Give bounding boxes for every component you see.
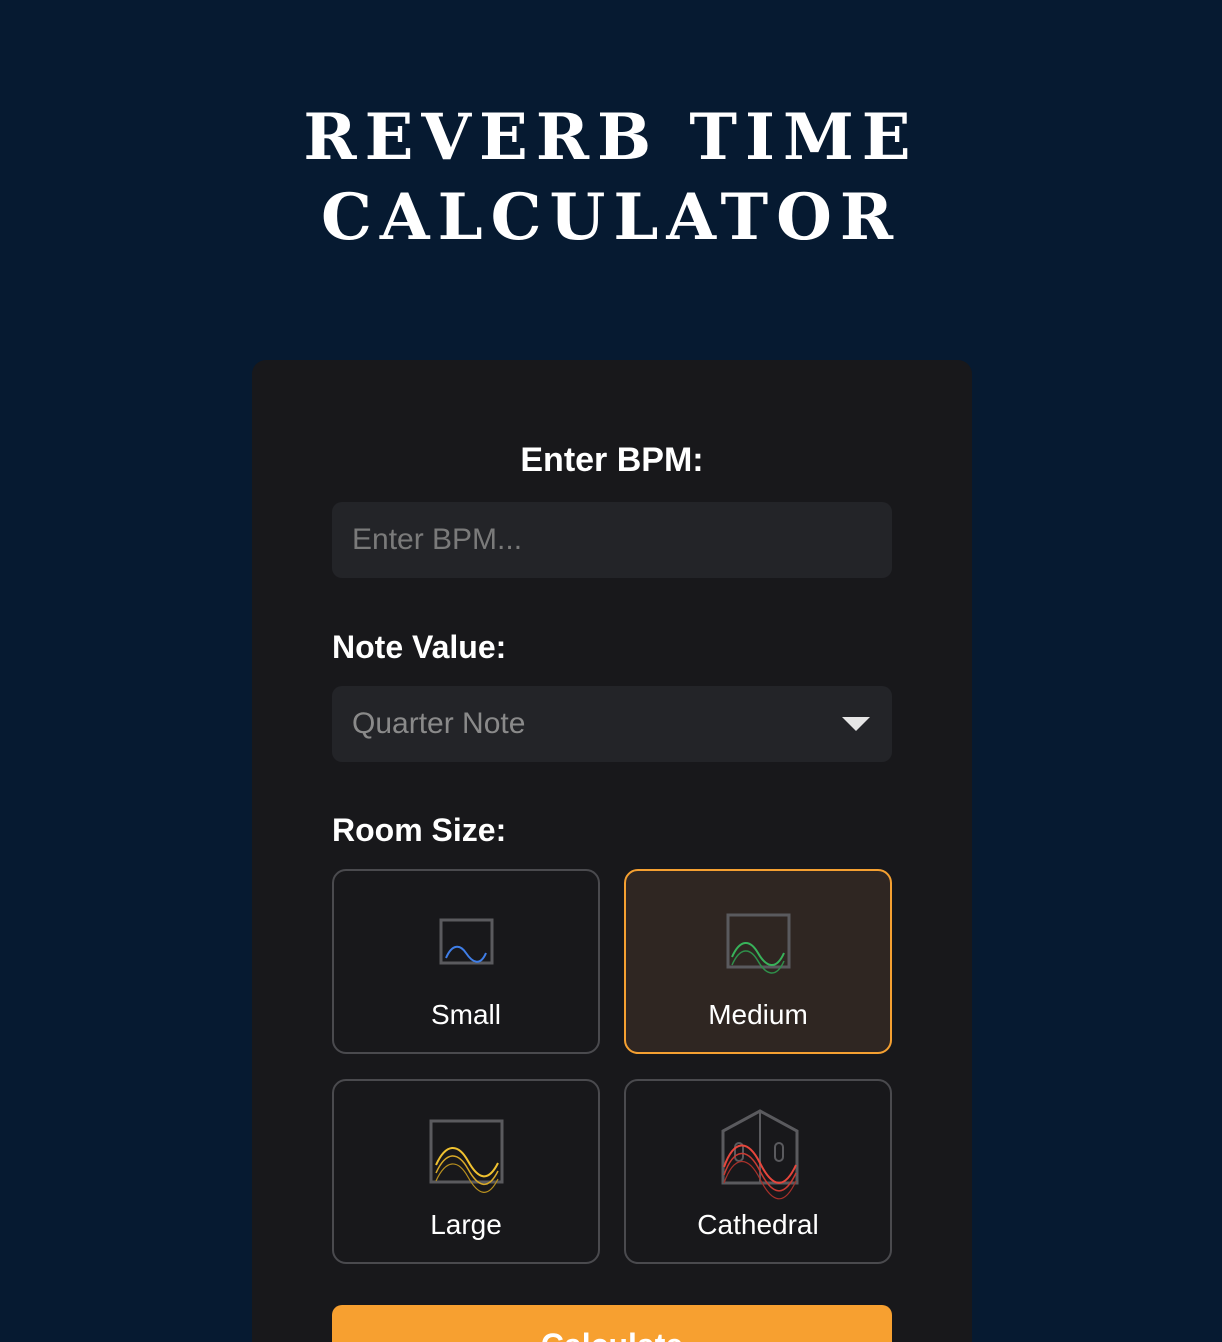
room-option-large[interactable]: Large	[332, 1079, 600, 1264]
bpm-input[interactable]	[332, 502, 892, 578]
room-option-small[interactable]: Small	[332, 869, 600, 1054]
room-option-cathedral[interactable]: Cathedral	[624, 1079, 892, 1264]
bpm-label: Enter BPM:	[520, 441, 704, 479]
room-option-large-label: Large	[430, 1209, 502, 1240]
note-value-label: Note Value:	[332, 629, 507, 665]
page-title-line-1: REVERB TIME	[303, 100, 919, 175]
page-title-line-2: CALCULATOR	[320, 180, 902, 255]
page-title: REVERB TIME CALCULATOR	[0, 98, 1222, 258]
room-option-cathedral-label: Cathedral	[697, 1209, 819, 1240]
page: REVERB TIME CALCULATOR Enter BPM: Note V…	[0, 0, 1222, 1342]
chevron-down-icon	[842, 717, 870, 731]
room-option-small-label: Small	[430, 999, 501, 1030]
calculate-button[interactable]: Calculate	[332, 1305, 892, 1342]
calculator-card: Enter BPM: Note Value: Quarter Note Room…	[252, 360, 972, 1342]
room-size-label: Room Size:	[332, 812, 507, 848]
note-value-select[interactable]: Quarter Note	[332, 686, 892, 762]
room-option-medium[interactable]: Medium	[624, 869, 892, 1054]
room-option-medium-label: Medium	[708, 999, 808, 1030]
note-value-selected: Quarter Note	[352, 707, 526, 740]
